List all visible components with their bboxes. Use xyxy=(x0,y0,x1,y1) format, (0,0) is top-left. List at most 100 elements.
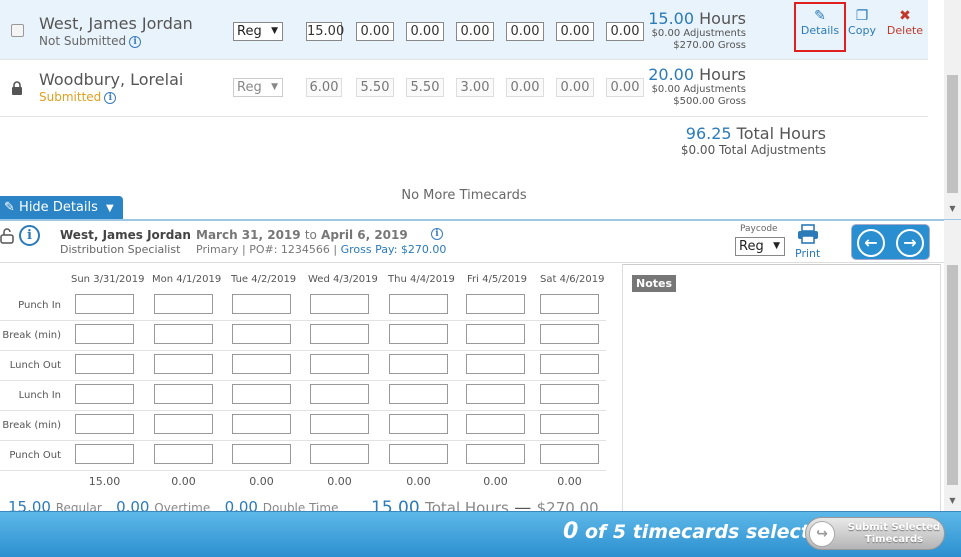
scroll-thumb[interactable] xyxy=(947,75,958,193)
time-input[interactable] xyxy=(75,324,134,344)
time-input[interactable] xyxy=(310,354,369,374)
paycode-select[interactable]: Reg ▼ xyxy=(233,22,283,41)
day-header: Fri 4/5/2019 xyxy=(467,274,528,285)
time-input[interactable] xyxy=(466,384,525,404)
print-button[interactable]: Print xyxy=(795,224,820,260)
grid-divider xyxy=(0,380,606,381)
time-input[interactable] xyxy=(232,384,291,404)
info-icon[interactable]: i xyxy=(19,225,40,246)
timecard-status: Submitted i xyxy=(39,90,117,104)
time-input[interactable] xyxy=(75,354,134,374)
next-button[interactable]: → xyxy=(896,229,924,257)
hours-input-thu[interactable]: 0.00 xyxy=(506,22,544,41)
scroll-down-icon[interactable]: ▼ xyxy=(944,204,961,213)
time-input[interactable] xyxy=(154,354,213,374)
time-input[interactable] xyxy=(75,414,134,434)
day-total: 0.00 xyxy=(483,475,508,488)
time-input[interactable] xyxy=(540,294,599,314)
time-input[interactable] xyxy=(466,324,525,344)
time-input[interactable] xyxy=(540,354,599,374)
arrow-right-icon: → xyxy=(903,233,917,252)
time-input[interactable] xyxy=(310,414,369,434)
prev-button[interactable]: ← xyxy=(857,229,885,257)
time-input[interactable] xyxy=(75,294,134,314)
info-icon[interactable]: i xyxy=(104,92,117,104)
time-input[interactable] xyxy=(540,414,599,434)
time-input[interactable] xyxy=(232,294,291,314)
hours-input-fri[interactable]: 0.00 xyxy=(556,22,594,41)
hours-input-sat[interactable]: 0.00 xyxy=(606,22,644,41)
selected-text: of 5 timecards selected xyxy=(584,521,837,543)
time-input[interactable] xyxy=(232,354,291,374)
hours-input-mon[interactable]: 0.00 xyxy=(356,22,394,41)
time-entry-grid: Sun 3/31/2019 Mon 4/1/2019 Tue 4/2/2019 … xyxy=(0,264,620,514)
hide-details-button[interactable]: ✎ Hide Details ▼ xyxy=(0,196,123,220)
status-text: Submitted xyxy=(39,90,102,104)
time-input[interactable] xyxy=(389,444,448,464)
grid-divider xyxy=(0,350,606,351)
detail-scrollbar[interactable]: ▼ xyxy=(944,220,961,511)
time-input[interactable] xyxy=(154,414,213,434)
scroll-down-icon[interactable]: ▼ xyxy=(944,496,961,505)
adjustments-text: $0.00 Adjustments xyxy=(651,84,746,95)
share-arrow-icon: ↪ xyxy=(809,521,835,547)
time-input[interactable] xyxy=(466,354,525,374)
time-input[interactable] xyxy=(540,444,599,464)
copy-label: Copy xyxy=(848,24,876,37)
time-input[interactable] xyxy=(389,384,448,404)
day-header: Sun 3/31/2019 xyxy=(71,274,145,285)
day-total: 0.00 xyxy=(249,475,274,488)
hours-input-sun[interactable]: 15.00 xyxy=(306,22,344,41)
timecard-nav: ← → xyxy=(851,224,930,260)
unlock-icon[interactable] xyxy=(0,227,14,244)
time-input[interactable] xyxy=(389,414,448,434)
hours-input-tue[interactable]: 0.00 xyxy=(406,22,444,41)
detail-paycode-select[interactable]: Reg ▼ xyxy=(735,237,785,256)
day-header: Tue 4/2/2019 xyxy=(231,274,297,285)
time-input[interactable] xyxy=(466,414,525,434)
copy-button[interactable]: ❐ Copy xyxy=(846,8,878,37)
row-label: Break (min) xyxy=(2,420,61,431)
time-input[interactable] xyxy=(389,294,448,314)
divider xyxy=(0,219,961,221)
info-icon[interactable]: i xyxy=(431,228,443,240)
delete-button[interactable]: ✖ Delete xyxy=(886,8,924,37)
time-input[interactable] xyxy=(466,444,525,464)
highlight-box xyxy=(794,2,846,52)
row-label: Punch Out xyxy=(9,450,61,461)
time-input[interactable] xyxy=(389,354,448,374)
time-input[interactable] xyxy=(310,324,369,344)
paycode-label: Paycode xyxy=(740,224,778,234)
time-input[interactable] xyxy=(75,444,134,464)
time-input[interactable] xyxy=(310,294,369,314)
time-input[interactable] xyxy=(540,384,599,404)
time-input[interactable] xyxy=(232,444,291,464)
hours-value-thu: 0.00 xyxy=(506,78,544,97)
time-input[interactable] xyxy=(154,384,213,404)
employee-name: Woodbury, Lorelai xyxy=(39,70,184,89)
info-icon[interactable]: i xyxy=(129,36,142,48)
time-input[interactable] xyxy=(232,324,291,344)
time-input[interactable] xyxy=(75,384,134,404)
time-input[interactable] xyxy=(154,294,213,314)
list-scrollbar[interactable]: ▼ xyxy=(944,0,961,220)
time-input[interactable] xyxy=(154,444,213,464)
detail-employee-name: West, James Jordan xyxy=(60,228,191,242)
time-input[interactable] xyxy=(154,324,213,344)
chevron-down-icon: ▼ xyxy=(106,203,114,214)
hours-label: Hours xyxy=(699,9,746,28)
grid-divider xyxy=(0,410,606,411)
hours-value-mon: 5.50 xyxy=(356,78,394,97)
time-input[interactable] xyxy=(540,324,599,344)
time-input[interactable] xyxy=(232,414,291,434)
submit-selected-button[interactable]: ↪ Submit Selected Timecards xyxy=(805,517,945,550)
time-input[interactable] xyxy=(466,294,525,314)
scroll-thumb[interactable] xyxy=(947,265,958,485)
time-input[interactable] xyxy=(389,324,448,344)
hours-input-wed[interactable]: 0.00 xyxy=(456,22,494,41)
time-input[interactable] xyxy=(310,384,369,404)
time-input[interactable] xyxy=(310,444,369,464)
select-checkbox[interactable] xyxy=(11,24,24,37)
hide-details-label: Hide Details xyxy=(19,200,98,215)
hours-value-sat: 0.00 xyxy=(606,78,644,97)
